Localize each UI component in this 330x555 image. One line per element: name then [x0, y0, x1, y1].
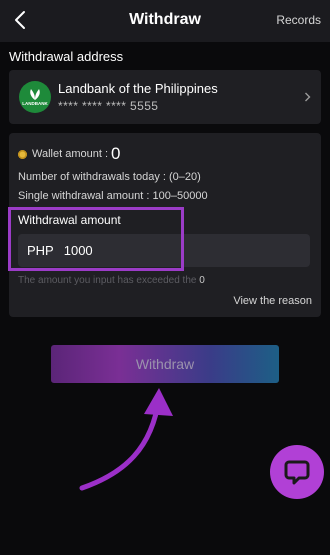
wallet-amount-label: Wallet amount : [32, 148, 109, 160]
pointer-arrow-icon [79, 388, 173, 491]
chat-support-button[interactable] [270, 445, 324, 499]
withdrawal-count-info: Number of withdrawals today : (0–20) [18, 171, 201, 183]
withdrawal-address-label: Withdrawal address [9, 49, 124, 64]
leaf-icon [30, 89, 40, 100]
notice-text: The amount you input has exceeded the [18, 275, 197, 286]
highlight-annotation-box [8, 207, 184, 271]
bank-account-selector[interactable]: LANDBANK Landbank of the Philippines ***… [9, 70, 321, 124]
records-link[interactable]: Records [276, 13, 321, 27]
wallet-amount-value: 0 [111, 144, 121, 163]
bank-account-number: **** **** **** 5555 [58, 99, 159, 113]
notice-value: 0 [199, 275, 205, 286]
header-bar: Withdraw Records [0, 0, 330, 42]
coin-icon [18, 149, 27, 159]
chevron-right-icon [305, 92, 311, 102]
chat-bubble-icon [284, 460, 310, 485]
bank-name: Landbank of the Philippines [58, 81, 218, 96]
logo-text: LANDBANK [22, 101, 48, 106]
single-withdrawal-limit: Single withdrawal amount : 100–50000 [18, 190, 208, 202]
amount-exceeded-notice: The amount you input has exceeded the 0 [18, 275, 205, 286]
view-reason-link[interactable]: View the reason [233, 295, 312, 307]
wallet-amount-row: Wallet amount : 0 [18, 144, 120, 164]
landbank-logo: LANDBANK [19, 81, 51, 113]
